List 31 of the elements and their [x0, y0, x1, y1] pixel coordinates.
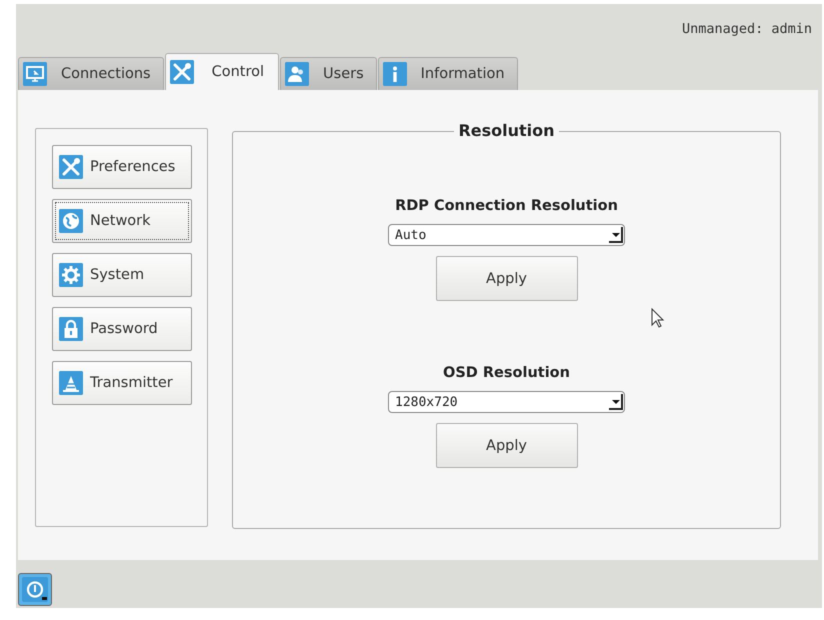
tools-icon	[59, 155, 83, 179]
sidebar-button[interactable]: System	[52, 253, 192, 297]
monitor-icon	[23, 62, 47, 86]
resolution-dropdown[interactable]: 1280x720	[388, 391, 625, 413]
tab[interactable]: Information	[378, 57, 518, 90]
users-icon	[285, 62, 310, 86]
globe-icon	[59, 209, 83, 233]
padlock-icon	[59, 317, 83, 341]
user-status: Unmanaged: admin	[682, 21, 812, 37]
cone-icon	[59, 371, 83, 395]
dropdown-arrow-icon	[609, 394, 623, 410]
setting-label: OSD Resolution	[443, 364, 570, 383]
gear-icon	[59, 263, 83, 287]
tools-icon	[170, 60, 194, 84]
mouse-pointer-icon	[651, 308, 665, 328]
apply-button[interactable]: Apply	[436, 256, 578, 301]
sidebar-button[interactable]: Password	[52, 307, 192, 351]
resolution-dropdown[interactable]: Auto	[388, 224, 625, 246]
power-icon	[22, 577, 48, 602]
sidebar-button[interactable]: Preferences	[52, 145, 192, 189]
info-icon	[382, 62, 407, 86]
group-title: Resolution	[457, 121, 556, 141]
tab[interactable]: Users	[280, 57, 377, 90]
sidebar-button[interactable]: Transmitter	[52, 361, 192, 405]
setting-label: RDP Connection Resolution	[395, 197, 618, 216]
dropdown-arrow-icon	[609, 227, 623, 243]
tab[interactable]: Connections	[18, 57, 164, 90]
power-button[interactable]	[18, 573, 52, 606]
sidebar-button[interactable]: Network	[52, 199, 192, 243]
apply-button[interactable]: Apply	[436, 423, 578, 468]
tab[interactable]: Control	[164, 53, 280, 90]
